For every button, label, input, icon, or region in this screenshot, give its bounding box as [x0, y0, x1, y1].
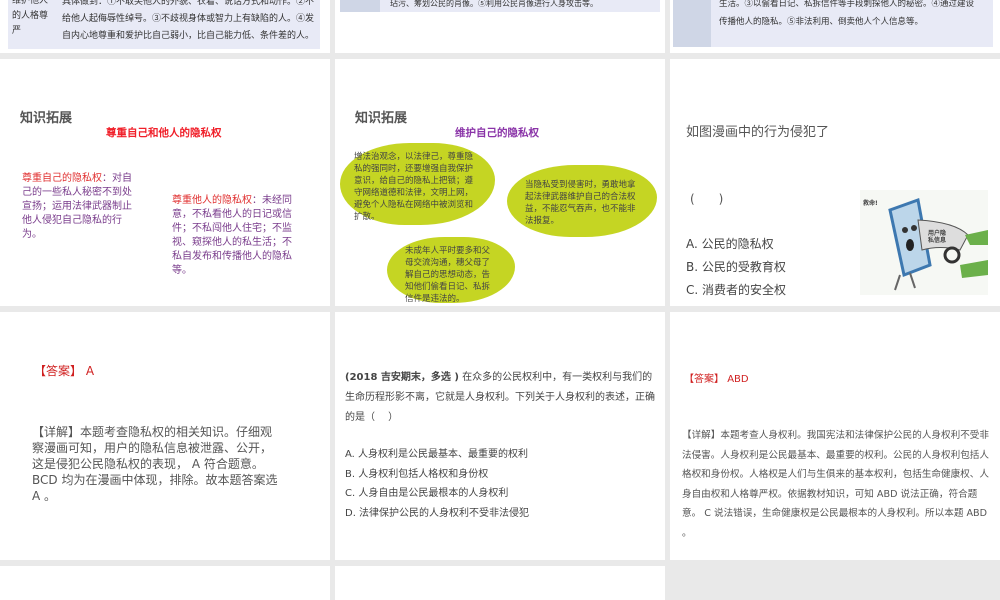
tip-bubble-2: 当隐私受到侵害时，勇敢地拿起法律武器维护自己的合法权益，不能忍气吞声，也不能非法… [507, 165, 657, 237]
answer-label: 【答案】 [684, 374, 724, 385]
slide-title: 尊重自己和他人的隐私权 [106, 127, 222, 139]
tip-bubble-3: 未成年人平时要多和父母交流沟通，穗父母了解自己的思想动态，告知他们偷看日记、私拆… [387, 237, 515, 304]
slide-title: 维护自己的隐私权 [455, 127, 539, 139]
slide-thumbnail-10[interactable] [0, 566, 330, 600]
slide-thumbnail-4[interactable]: 知识拓展 尊重自己和他人的隐私权 尊重自己的隐私权：对自己的一些私人秘密不到处宣… [0, 59, 330, 306]
table-cell-text: 玷污、筹划公民的肖像。⑤利用公民肖像进行人身攻击等。 [390, 0, 598, 8]
answer-line: 【答案】 A [34, 362, 94, 379]
slide-thumbnail-1[interactable]: 维护他人的人格尊严 具体做到：①不取笑他人的外貌、衣着、说话方式和动作。②不给他… [0, 0, 330, 53]
table-row-label: 维护他人的人格尊严 [12, 0, 49, 36]
others-privacy-label: 尊重他人的隐私权 [172, 195, 252, 206]
answer-detail: 【详解】本题考查人身权利。我国宪法和法律保护公民的人身权利不受非法侵害。人身权利… [682, 430, 989, 539]
option-b: B. 人身权利包括人格权和身份权 [345, 468, 489, 480]
answer-value: A [85, 364, 95, 378]
option-d: D. 法律保护公民的人身权利不受非法侵犯 [345, 507, 530, 519]
content-table: 维护他人的人格尊严 具体做到：①不取笑他人的外貌、衣着、说话方式和动作。②不给他… [8, 0, 320, 49]
options-list: A. 公民的隐私权 B. 公民的受教育权 C. 消费者的安全权 [686, 233, 786, 302]
option-a: A. 人身权利是公民最基本、最重要的权利 [345, 449, 529, 460]
content-table: 玷污、筹划公民的肖像。⑤利用公民肖像进行人身攻击等。 [340, 0, 660, 12]
own-privacy-label: 尊重自己的隐私权 [22, 173, 102, 184]
tip-bubble-1: 增法治观念，以法律己，尊重隐私的强同时，还要增强自我保护意识，给自己的隐私上把锁… [340, 143, 495, 225]
answer-detail: 【详解】本题考查隐私权的相关知识。仔细观察漫画可知，用户的隐私信息被泄露、公开，… [32, 425, 278, 503]
slide-thumbnail-2[interactable]: 玷污、筹划公民的肖像。⑤利用公民肖像进行人身攻击等。 [335, 0, 665, 53]
slide-thumbnail-3[interactable]: 生活。③以偷看日记、私拆信件等手段刺探他人的秘密。④通过建设 传播他人的隐私。⑤… [670, 0, 1000, 53]
question-text: 如图漫画中的行为侵犯了 [686, 125, 830, 140]
privacy-cartoon-image: 救命! 用户隐私信息 [860, 190, 988, 295]
content-table: 生活。③以偷看日记、私拆信件等手段刺探他人的秘密。④通过建设 传播他人的隐私。⑤… [673, 0, 993, 47]
slide-thumbnail-5[interactable]: 知识拓展 维护自己的隐私权 增法治观念，以法律己，尊重隐私的强同时，还要增强自我… [335, 59, 665, 306]
slide-thumbnail-7[interactable]: 【答案】 A 【详解】本题考查隐私权的相关知识。仔细观察漫画可知，用户的隐私信息… [0, 312, 330, 560]
question-source: (2018 吉安期末，多选 ) [345, 372, 459, 383]
others-privacy-text: 尊重他人的隐私权：未经同意，不私看他人的日记或信件；不私闯他人住宅；不监视、窥探… [172, 194, 294, 278]
options-list: A. 人身权利是公民最基本、最重要的权利 B. 人身权利包括人格权和身份权 C.… [345, 445, 529, 523]
slide-thumbnail-9[interactable]: 【答案】 ABD 【详解】本题考查人身权利。我国宪法和法律保护公民的人身权利不受… [670, 312, 1000, 560]
option-b: B. 公民的受教育权 [686, 260, 786, 274]
option-a: A. 公民的隐私权 [686, 237, 774, 251]
table-label-cell [673, 0, 711, 47]
cartoon-shout: 救命! [863, 200, 878, 207]
answer-label: 【答案】 [34, 364, 83, 378]
cartoon-label: 用户隐私信息 [928, 230, 947, 244]
slide-thumbnail-11[interactable] [335, 566, 665, 600]
slide-thumbnail-6[interactable]: 如图漫画中的行为侵犯了 ( ) A. 公民的隐私权 B. 公民的受教育权 C. … [670, 59, 1000, 306]
slide-heading: 知识拓展 [20, 111, 73, 126]
slide-heading: 知识拓展 [355, 111, 408, 126]
question-text: (2018 吉安期末，多选 ) 在众多的公民权利中，有一类权利与我们的生命历程形… [345, 368, 657, 428]
table-text-line: 传播他人的隐私。⑤非法利用、倒卖他人个人信息等。 [719, 17, 924, 27]
answer-line: 【答案】 ABD [684, 370, 749, 385]
table-text-line: 生活。③以偷看日记、私拆信件等手段刺探他人的秘密。④通过建设 [719, 0, 975, 9]
option-c: C. 消费者的安全权 [686, 283, 787, 297]
slide-thumbnail-8[interactable]: (2018 吉安期末，多选 ) 在众多的公民权利中，有一类权利与我们的生命历程形… [335, 312, 665, 560]
table-label-cell [340, 0, 380, 12]
option-c: C. 人身自由是公民最根本的人身权利 [345, 488, 509, 499]
answer-blank: ( ) [690, 192, 724, 206]
answer-value: ABD [727, 374, 749, 385]
own-privacy-text: 尊重自己的隐私权：对自己的一些私人秘密不到处宣扬；运用法律武器制止他人侵犯自己隐… [22, 172, 134, 242]
others-privacy-desc: ：未经同意，不私看他人的日记或信件；不私闯他人住宅；不监视、窥探他人的私生活；不… [172, 195, 292, 276]
table-cell-text: 具体做到：①不取笑他人的外貌、衣着、说话方式和动作。②不给他人起侮辱性绰号。③不… [62, 0, 315, 41]
